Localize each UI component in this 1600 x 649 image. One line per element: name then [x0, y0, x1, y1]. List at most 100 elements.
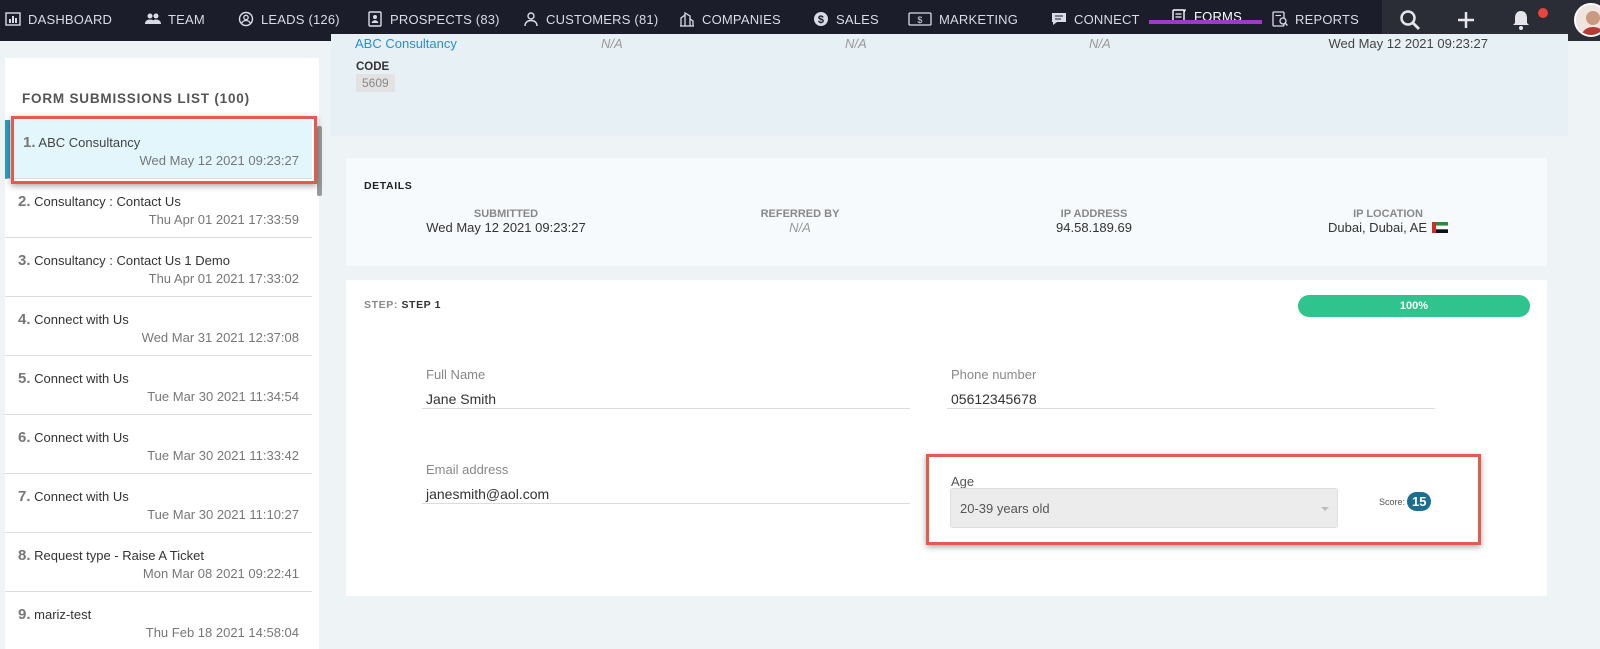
full-name-label: Full Name — [426, 367, 486, 382]
ip-label: IP ADDRESS — [1060, 208, 1128, 220]
submission-date: Thu Apr 01 2021 17:33:59 — [148, 212, 299, 227]
nav-leads[interactable]: LEADS (126) — [238, 11, 340, 27]
submission-title: 9. mariz-test — [18, 606, 91, 623]
submission-title: 6. Connect with Us — [18, 429, 129, 446]
company-link[interactable]: ABC Consultancy — [355, 36, 457, 51]
summary-na-2: N/A — [845, 36, 867, 51]
plus-icon[interactable] — [1454, 8, 1478, 32]
submission-num: 6. — [18, 429, 31, 446]
full-name-value: Jane Smith — [426, 391, 497, 407]
submission-num: 9. — [18, 606, 31, 623]
referred-label: REFERRED BY — [760, 208, 840, 220]
phone-value: 05612345678 — [951, 391, 1037, 407]
submission-item[interactable]: 6. Connect with Us Tue Mar 30 2021 11:33… — [5, 415, 312, 474]
location-col: IP LOCATION Dubai, Dubai, AE — [1268, 208, 1508, 235]
nav-sales[interactable]: $ SALES — [813, 11, 879, 27]
step-label: STEP: STEP 1 — [364, 299, 441, 311]
submissions-panel: FORM SUBMISSIONS LIST (100) 1. ABC Consu… — [5, 58, 322, 649]
submitted-label: SUBMITTED — [473, 208, 539, 220]
nav-customers[interactable]: CUSTOMERS (81) — [523, 11, 658, 27]
referred-col: REFERRED BY N/A — [680, 208, 920, 235]
submission-item[interactable]: 1. ABC Consultancy Wed May 12 2021 09:23… — [5, 120, 312, 179]
email-value: janesmith@aol.com — [426, 486, 550, 502]
submission-date: Thu Feb 18 2021 14:58:04 — [145, 625, 299, 640]
submission-num: 8. — [18, 547, 31, 564]
location-value: Dubai, Dubai, AE — [1327, 220, 1427, 235]
email-field: Email address janesmith@aol.com — [422, 462, 910, 504]
submission-title-text: Connect with Us — [34, 489, 129, 504]
email-underline — [422, 503, 910, 504]
submission-num: 3. — [18, 252, 31, 269]
submission-date: Tue Mar 30 2021 11:10:27 — [147, 507, 299, 522]
submission-date: Wed May 12 2021 09:23:27 — [139, 153, 300, 168]
referred-value: N/A — [789, 220, 811, 235]
submission-item[interactable]: 3. Consultancy : Contact Us 1 Demo Thu A… — [5, 238, 312, 297]
submitted-col: SUBMITTED Wed May 12 2021 09:23:27 — [386, 208, 626, 235]
submission-num: 4. — [18, 311, 31, 328]
submission-title-text: mariz-test — [34, 607, 92, 622]
nav-reports[interactable]: REPORTS — [1272, 11, 1359, 27]
code-value: 5609 — [356, 74, 395, 92]
submission-title-text: Request type - Raise A Ticket — [34, 548, 204, 563]
age-label: Age — [951, 474, 975, 489]
nav-companies[interactable]: COMPANIES — [679, 11, 781, 27]
user-avatar[interactable] — [1574, 3, 1600, 37]
nav-marketing[interactable]: $ MARKETING — [908, 11, 1018, 27]
notification-dot — [1538, 8, 1548, 18]
submission-date: Wed Mar 31 2021 12:37:08 — [141, 330, 299, 345]
submission-title: 4. Connect with Us — [18, 311, 129, 328]
nav-marketing-label: MARKETING — [939, 11, 1019, 27]
prospects-icon — [368, 11, 382, 27]
submission-num: 1. — [23, 134, 36, 151]
nav-prospects[interactable]: PROSPECTS (83) — [367, 11, 500, 27]
sales-icon: $ — [814, 12, 828, 26]
score-label: Score: — [1379, 496, 1406, 507]
submission-title-text: Consultancy : Contact Us — [34, 194, 181, 209]
step-card: STEP: STEP 1 100% Full Name Jane Smith P… — [346, 280, 1547, 596]
summary-na-3: N/A — [1089, 36, 1111, 51]
step-name: STEP 1 — [401, 299, 442, 311]
submission-title: 5. Connect with Us — [18, 370, 129, 387]
submission-title: 7. Connect with Us — [18, 488, 129, 505]
submission-title: 1. ABC Consultancy — [23, 134, 140, 151]
dashboard-icon — [5, 12, 21, 26]
nav-companies-label: COMPANIES — [702, 11, 781, 27]
location-label: IP LOCATION — [1353, 208, 1423, 220]
nav-connect[interactable]: CONNECT — [1051, 11, 1140, 27]
email-label: Email address — [426, 462, 509, 477]
nav-forms[interactable]: FORMS — [1149, 8, 1262, 24]
nav-team[interactable]: TEAM — [145, 11, 205, 27]
customers-icon — [524, 12, 538, 27]
submission-item[interactable]: 7. Connect with Us Tue Mar 30 2021 11:10… — [5, 474, 312, 533]
submission-date: Tue Mar 30 2021 11:34:54 — [147, 389, 299, 404]
details-header: DETAILS — [364, 180, 413, 192]
nav-prospects-label: PROSPECTS (83) — [390, 11, 500, 27]
svg-text:$: $ — [917, 15, 922, 25]
step-prefix: STEP: — [364, 299, 398, 311]
nav-dashboard[interactable]: DASHBOARD — [5, 11, 112, 27]
connect-icon — [1052, 13, 1066, 25]
forms-icon — [1172, 9, 1186, 24]
submission-item[interactable]: 2. Consultancy : Contact Us Thu Apr 01 2… — [5, 179, 312, 238]
avatar-face-icon — [1576, 5, 1600, 35]
submission-num: 7. — [18, 488, 31, 505]
submission-num: 2. — [18, 193, 31, 210]
age-select[interactable]: 20-39 years old — [950, 488, 1338, 528]
phone-underline — [947, 408, 1435, 409]
submission-item[interactable]: 9. mariz-test Thu Feb 18 2021 14:58:04 — [5, 592, 312, 649]
submission-title: 2. Consultancy : Contact Us — [18, 193, 181, 210]
nav-team-label: TEAM — [168, 11, 205, 27]
ip-value: 94.58.189.69 — [1056, 220, 1132, 235]
bell-icon[interactable] — [1509, 8, 1533, 32]
submissions-title: FORM SUBMISSIONS LIST (100) — [22, 91, 250, 106]
nav-dashboard-label: DASHBOARD — [28, 11, 113, 27]
submission-item[interactable]: 8. Request type - Raise A Ticket Mon Mar… — [5, 533, 312, 592]
list-scrollbar[interactable] — [317, 126, 322, 196]
full-name-underline — [422, 408, 910, 409]
submission-date: Mon Mar 08 2021 09:22:41 — [142, 566, 299, 581]
score: Score: 15 — [1379, 492, 1432, 511]
reports-icon — [1272, 11, 1288, 27]
submission-item[interactable]: 5. Connect with Us Tue Mar 30 2021 11:34… — [5, 356, 312, 415]
search-icon[interactable] — [1398, 8, 1422, 32]
submission-item[interactable]: 4. Connect with Us Wed Mar 31 2021 12:37… — [5, 297, 312, 356]
